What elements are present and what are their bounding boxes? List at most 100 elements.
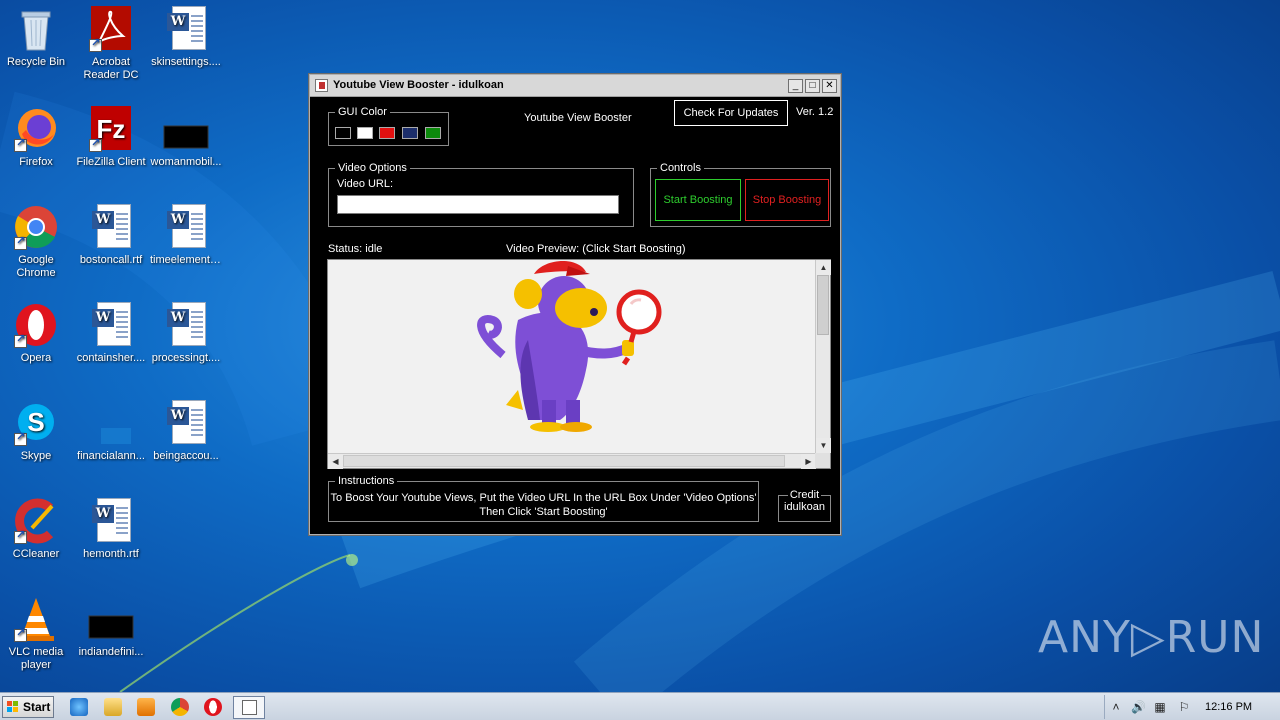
app-taskbar-icon: [242, 700, 257, 715]
desktop-icon-financialann[interactable]: financialann...: [73, 400, 149, 463]
windows-flag-icon: [7, 701, 19, 713]
desktop-icon-label: Acrobat Reader DC: [83, 56, 139, 81]
taskbar-youtube-view-booster[interactable]: [233, 696, 265, 719]
instructions-text: To Boost Your Youtube Views, Put the Vid…: [329, 491, 758, 519]
shortcut-arrow-icon: [89, 137, 102, 152]
horizontal-scrollbar[interactable]: ◀ ▶: [328, 453, 816, 469]
controls-group: Controls Start Boosting Stop Boosting: [650, 161, 831, 227]
desktop-icon-label: Google Chrome: [16, 254, 56, 279]
video-url-label: Video URL:: [337, 178, 394, 190]
system-tray: ˄ 🔊 ▦ ⚐ 12:16 PM: [1104, 695, 1278, 719]
desktop-icon-acrobat[interactable]: Acrobat Reader DC: [73, 6, 149, 82]
desktop-icon-skype[interactable]: S Skype: [0, 400, 74, 463]
taskbar: Start ˄ 🔊 ▦ ⚐ 12:16 PM: [0, 692, 1280, 720]
horizontal-scroll-thumb[interactable]: [343, 455, 785, 467]
desktop-icon-label: FileZilla Client: [76, 156, 146, 168]
filezilla-icon: Fz: [87, 106, 135, 152]
credit-group: Credit idulkoan: [778, 489, 831, 522]
show-hidden-icons-icon[interactable]: ˄: [1109, 700, 1123, 714]
instructions-line-2: Then Click 'Start Boosting': [479, 506, 608, 518]
color-swatch-red[interactable]: [379, 127, 395, 139]
desktop-icon-label: containsher....: [76, 352, 146, 364]
desktop-icon-containsher[interactable]: W containsher....: [73, 302, 149, 365]
desktop-icon-timeelement[interactable]: W timeelement....: [148, 204, 224, 267]
stop-boosting-button[interactable]: Stop Boosting: [745, 179, 829, 221]
anyrun-watermark: ANY▷RUN: [1038, 612, 1265, 663]
desktop-icon-opera[interactable]: Opera: [0, 302, 74, 365]
video-options-label: Video Options: [335, 161, 410, 175]
desktop-icon-firefox[interactable]: Firefox: [0, 106, 74, 169]
word-document-icon: W: [162, 6, 210, 52]
desktop-icon-ccleaner[interactable]: CCleaner: [0, 498, 74, 561]
desktop-icon-skinsettings[interactable]: W skinsettings....: [148, 6, 224, 69]
minimize-button[interactable]: _: [788, 79, 803, 93]
desktop-icon-label: processingt....: [151, 352, 221, 364]
desktop-icon-bostoncall[interactable]: W bostoncall.rtf: [73, 204, 149, 267]
desktop-icon-label: Firefox: [19, 156, 53, 168]
check-for-updates-button[interactable]: Check For Updates: [674, 100, 788, 126]
desktop-icon-label: Opera: [20, 352, 52, 364]
controls-label: Controls: [657, 161, 704, 175]
desktop-icon-beingaccou[interactable]: W beingaccou...: [148, 400, 224, 463]
desktop-icon-chrome[interactable]: Google Chrome: [0, 204, 74, 280]
color-swatch-green[interactable]: [425, 127, 441, 139]
taskbar-clock[interactable]: 12:16 PM: [1205, 701, 1252, 713]
action-center-flag-icon[interactable]: ⚐: [1177, 700, 1191, 714]
video-preview-pane[interactable]: ▲ ▼ ◀ ▶: [327, 259, 831, 469]
vertical-scrollbar[interactable]: ▲ ▼: [815, 260, 831, 453]
desktop-icon-label: skinsettings....: [151, 56, 221, 68]
desktop-icon-filezilla[interactable]: Fz FileZilla Client: [73, 106, 149, 169]
file-explorer-icon[interactable]: [104, 698, 122, 716]
color-swatch-black[interactable]: [335, 127, 351, 139]
close-button[interactable]: ✕: [822, 79, 837, 93]
desktop-icon-womanmobil[interactable]: womanmobil...: [148, 106, 224, 169]
maximize-button[interactable]: □: [805, 79, 820, 93]
instructions-label: Instructions: [335, 474, 398, 488]
black-file-icon: [87, 596, 135, 642]
video-url-input[interactable]: [337, 195, 619, 214]
scroll-left-arrow-icon[interactable]: ◀: [328, 454, 343, 469]
window-titlebar[interactable]: Youtube View Booster - idulkoan _ □ ✕: [310, 75, 840, 97]
desktop-icon-label: VLC media player: [8, 646, 64, 671]
desktop-icon-label: bostoncall.rtf: [79, 254, 143, 266]
scroll-up-arrow-icon[interactable]: ▲: [816, 260, 831, 275]
vertical-scroll-thumb[interactable]: [817, 275, 829, 335]
desktop-icon-recycle-bin[interactable]: Recycle Bin: [0, 6, 74, 69]
shortcut-arrow-icon: [14, 333, 27, 348]
status-text: Status: idle: [328, 243, 383, 255]
desktop-icon-label: indiandefini...: [78, 646, 144, 658]
scroll-down-arrow-icon[interactable]: ▼: [816, 438, 831, 453]
black-file-icon: [162, 106, 210, 152]
opera-taskbar-icon[interactable]: [204, 698, 222, 716]
shortcut-arrow-icon: [14, 529, 27, 544]
word-document-icon: W: [87, 302, 135, 348]
start-button[interactable]: Start: [2, 696, 54, 718]
credit-name: idulkoan: [784, 501, 825, 513]
youtube-view-booster-window: Youtube View Booster - idulkoan _ □ ✕ GU…: [309, 74, 841, 535]
shortcut-arrow-icon: [14, 431, 27, 446]
chrome-taskbar-icon[interactable]: [171, 698, 189, 716]
desktop-icon-vlc[interactable]: VLC media player: [0, 596, 74, 672]
media-player-icon[interactable]: [137, 698, 155, 716]
acrobat-reader-icon: [87, 6, 135, 52]
word-document-icon: W: [162, 204, 210, 250]
desktop-icon-indiandefini[interactable]: indiandefini...: [73, 596, 149, 659]
color-swatch-white[interactable]: [357, 127, 373, 139]
network-icon[interactable]: ▦: [1153, 700, 1167, 714]
instructions-line-1: To Boost Your Youtube Views, Put the Vid…: [330, 492, 757, 504]
desktop-icon-processingt[interactable]: W processingt....: [148, 302, 224, 365]
shortcut-arrow-icon: [14, 627, 27, 642]
desktop-icon-hemonth[interactable]: W hemonth.rtf: [73, 498, 149, 561]
app-title-label: Youtube View Booster: [524, 112, 632, 124]
version-label: Ver. 1.2: [796, 106, 834, 118]
scroll-right-arrow-icon[interactable]: ▶: [801, 454, 816, 469]
volume-icon[interactable]: 🔊: [1131, 700, 1146, 714]
recycle-bin-icon: [12, 6, 60, 52]
desktop-icon-label: timeelement....: [150, 254, 223, 266]
window-title: Youtube View Booster - idulkoan: [333, 79, 504, 91]
color-swatch-navy[interactable]: [402, 127, 418, 139]
start-boosting-button[interactable]: Start Boosting: [655, 179, 741, 221]
credit-text: Credit idulkoan: [779, 489, 830, 513]
blank-file-icon: [87, 400, 135, 446]
internet-explorer-icon[interactable]: [70, 698, 88, 716]
